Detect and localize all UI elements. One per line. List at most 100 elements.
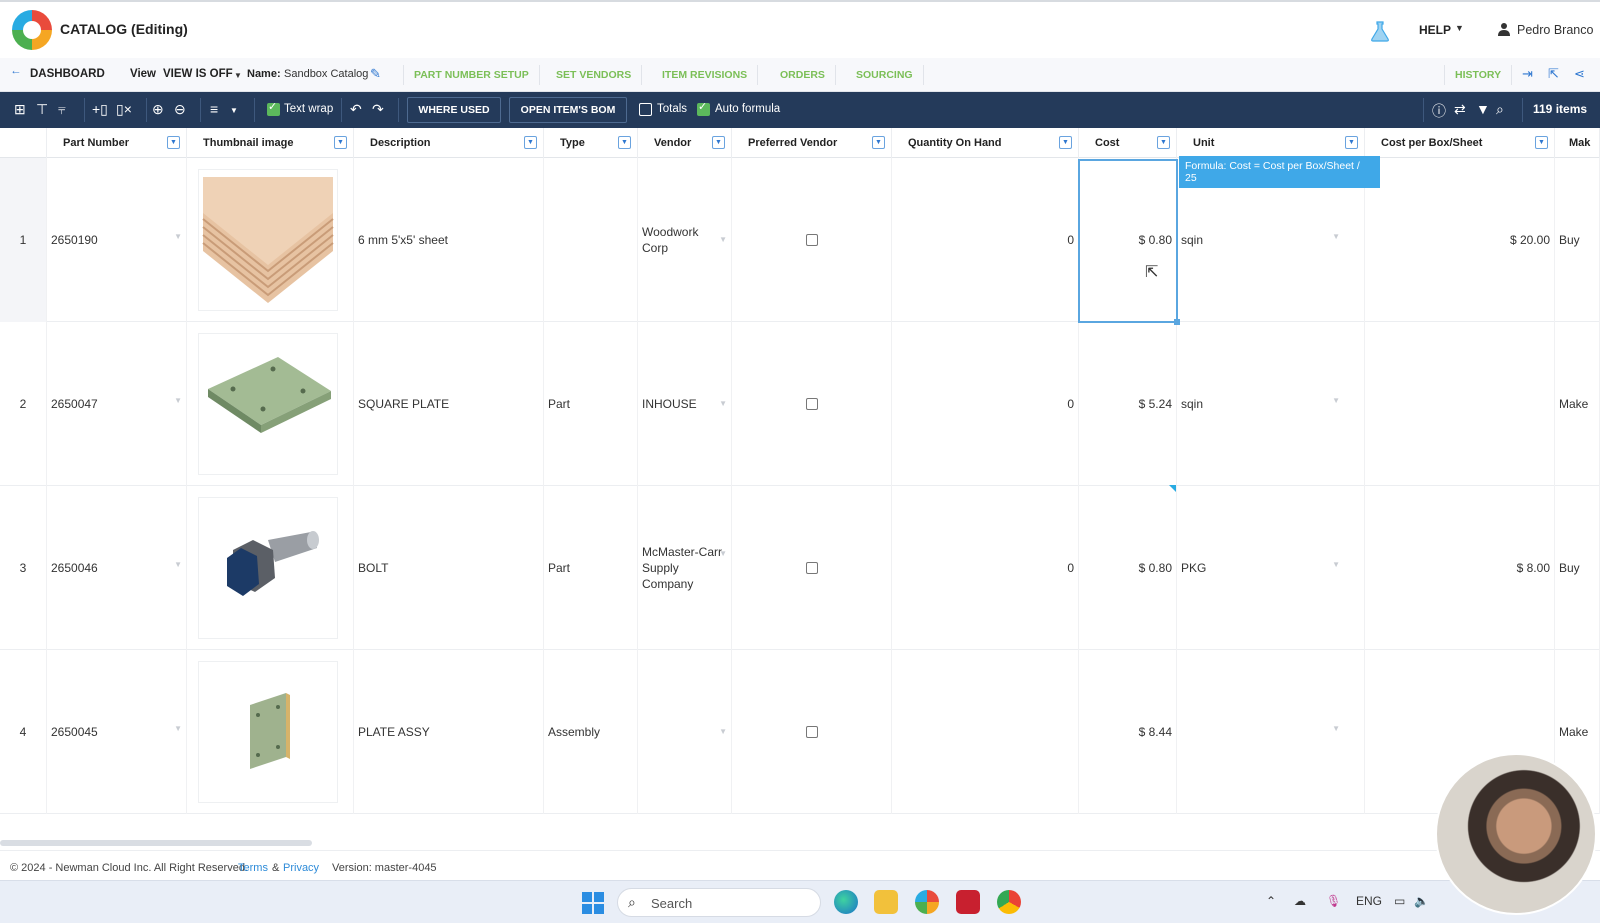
unit-cell[interactable]: ▼ [1177, 650, 1365, 814]
horizontal-scrollbar[interactable] [0, 838, 1600, 848]
preferred-vendor-checkbox[interactable] [805, 398, 818, 410]
header-vendor[interactable]: Vendor ▼ [638, 128, 732, 158]
unit-cell[interactable]: sqin ▼ [1177, 322, 1365, 486]
cost-per-box-cell[interactable] [1365, 322, 1555, 486]
vendor-cell[interactable]: INHOUSE ▼ [638, 322, 732, 486]
tab-part-number-setup[interactable]: PART NUMBER SETUP [403, 65, 540, 85]
where-used-button[interactable]: WHERE USED [407, 97, 501, 123]
header-make-buy[interactable]: Mak [1555, 128, 1600, 158]
chrome-browser-icon[interactable] [997, 890, 1021, 914]
import-icon[interactable]: ⇥ [1522, 66, 1533, 82]
thumbnail-cell[interactable] [187, 158, 354, 322]
chevron-down-icon[interactable]: ▼ [1332, 232, 1340, 241]
qty-cell[interactable]: 0 [892, 486, 1079, 650]
tab-set-vendors[interactable]: SET VENDORS [546, 65, 643, 85]
chevron-down-icon[interactable]: ▼ [1332, 560, 1340, 569]
vendor-cell[interactable]: McMaster-Carr Supply Company ▼ [638, 486, 732, 650]
chevron-down-icon[interactable]: ▼ [174, 560, 182, 569]
table-row[interactable]: 2 2650047 ▼ SQUARE PLATE Part INHOUSE ▼ 0 … [0, 322, 1600, 486]
lab-flask-icon[interactable] [1369, 20, 1391, 42]
preferred-vendor-checkbox[interactable] [805, 234, 818, 246]
description-cell[interactable]: BOLT [354, 486, 544, 650]
make-buy-cell[interactable]: Buy [1555, 158, 1600, 322]
header-unit[interactable]: Unit ▼ [1177, 128, 1365, 158]
filter-icon[interactable]: ▼ [712, 136, 725, 149]
vendor-cell[interactable]: ▼ [638, 650, 732, 814]
search-icon[interactable]: ⌕ [1496, 101, 1504, 118]
chevron-down-icon[interactable]: ▼ [174, 724, 182, 733]
totals-checkbox[interactable] [639, 103, 652, 116]
chevron-down-icon[interactable]: ▼ [1332, 396, 1340, 405]
cost-per-box-cell[interactable]: $ 20.00 [1365, 158, 1555, 322]
thumbnail-cell[interactable] [187, 486, 354, 650]
header-part-number[interactable]: Part Number ▼ [47, 128, 187, 158]
qty-cell[interactable]: 0 [892, 158, 1079, 322]
filter-icon[interactable]: ▼ [334, 136, 347, 149]
windows-start-icon[interactable] [582, 892, 604, 914]
description-cell[interactable]: PLATE ASSY [354, 650, 544, 814]
file-explorer-icon[interactable] [874, 890, 898, 914]
move-down-icon[interactable]: ⊖ [174, 101, 186, 118]
preferred-vendor-cell[interactable] [732, 650, 892, 814]
filter-icon[interactable]: ▼ [618, 136, 631, 149]
table-row[interactable]: 4 2650045 ▼ PLATE ASSY Assembly ▼ $ 8.44 … [0, 650, 1600, 814]
view-select[interactable]: VIEW IS OFF [163, 68, 233, 80]
type-cell[interactable]: Part [544, 322, 638, 486]
move-up-icon[interactable]: ⊕ [152, 101, 164, 118]
scrollbar-thumb[interactable] [0, 840, 312, 846]
filter-icon[interactable]: ▼ [1059, 136, 1072, 149]
cost-cell[interactable]: $ 0.80 [1079, 158, 1177, 322]
filter-icon[interactable]: ▼ [872, 136, 885, 149]
add-column-icon[interactable]: +▯ [92, 101, 108, 118]
make-buy-cell[interactable]: Make [1555, 322, 1600, 486]
header-preferred-vendor[interactable]: Preferred Vendor ▼ [732, 128, 892, 158]
vendor-cell[interactable]: Woodwork Corp ▼ [638, 158, 732, 322]
part-number-cell[interactable]: 2650046 ▼ [47, 486, 187, 650]
swap-icon[interactable]: ⇄ [1454, 101, 1466, 118]
back-arrow-icon[interactable]: ← [10, 65, 22, 77]
preferred-vendor-cell[interactable] [732, 158, 892, 322]
thumbnail-cell[interactable] [187, 322, 354, 486]
export-icon[interactable]: ⇱ [1548, 66, 1559, 82]
tab-sourcing[interactable]: SOURCING [846, 65, 924, 85]
network-icon[interactable]: ▭ [1394, 894, 1405, 908]
microphone-icon[interactable]: 🎙 [1326, 894, 1341, 908]
filter-icon[interactable]: ▼ [1535, 136, 1548, 149]
part-number-cell[interactable]: 2650045 ▼ [47, 650, 187, 814]
part-number-cell[interactable]: 2650190 ▼ [47, 158, 187, 322]
help-menu[interactable]: HELP [1419, 23, 1451, 37]
delete-column-icon[interactable]: ▯× [116, 101, 132, 118]
terms-link[interactable]: Terms [238, 862, 268, 874]
tab-orders[interactable]: ORDERS [770, 65, 836, 85]
info-icon[interactable]: ⓘ [1432, 101, 1446, 121]
undo-icon[interactable]: ↶ [350, 101, 362, 118]
edit-pencil-icon[interactable]: ✎ [370, 66, 381, 82]
user-name[interactable]: Pedro Branco [1517, 23, 1593, 37]
auto-formula-checkbox[interactable] [697, 100, 710, 116]
header-cost[interactable]: Cost ▼ [1079, 128, 1177, 158]
preferred-vendor-cell[interactable] [732, 486, 892, 650]
tab-item-revisions[interactable]: ITEM REVISIONS [652, 65, 759, 85]
part-number-cell[interactable]: 2650047 ▼ [47, 322, 187, 486]
app-logo[interactable] [12, 10, 52, 50]
make-buy-cell[interactable]: Buy [1555, 486, 1600, 650]
chevron-down-icon[interactable]: ▼ [719, 546, 727, 562]
header-cost-per-box[interactable]: Cost per Box/Sheet ▼ [1365, 128, 1555, 158]
taskbar-search[interactable]: ⌕ Search [617, 888, 821, 917]
privacy-link[interactable]: Privacy [283, 862, 319, 874]
chevron-down-icon[interactable]: ▼ [174, 232, 182, 241]
language-indicator[interactable]: ENG [1356, 894, 1382, 908]
description-cell[interactable]: SQUARE PLATE [354, 322, 544, 486]
filter-icon[interactable]: ▼ [524, 136, 537, 149]
filter-icon[interactable]: ▼ [1345, 136, 1358, 149]
cost-cell[interactable]: $ 0.80 [1079, 486, 1177, 650]
dashboard-link[interactable]: DASHBOARD [30, 68, 105, 80]
cloud-icon[interactable]: ☁ [1294, 894, 1306, 908]
type-cell[interactable]: Assembly [544, 650, 638, 814]
history-button[interactable]: HISTORY [1444, 65, 1513, 85]
filter-icon[interactable]: ▼ [167, 136, 180, 149]
chevron-down-icon[interactable]: ▼ [719, 724, 727, 740]
solidworks-icon[interactable] [956, 890, 980, 914]
newman-app-icon[interactable] [915, 890, 939, 914]
chevron-down-icon[interactable]: ▼ [174, 396, 182, 405]
